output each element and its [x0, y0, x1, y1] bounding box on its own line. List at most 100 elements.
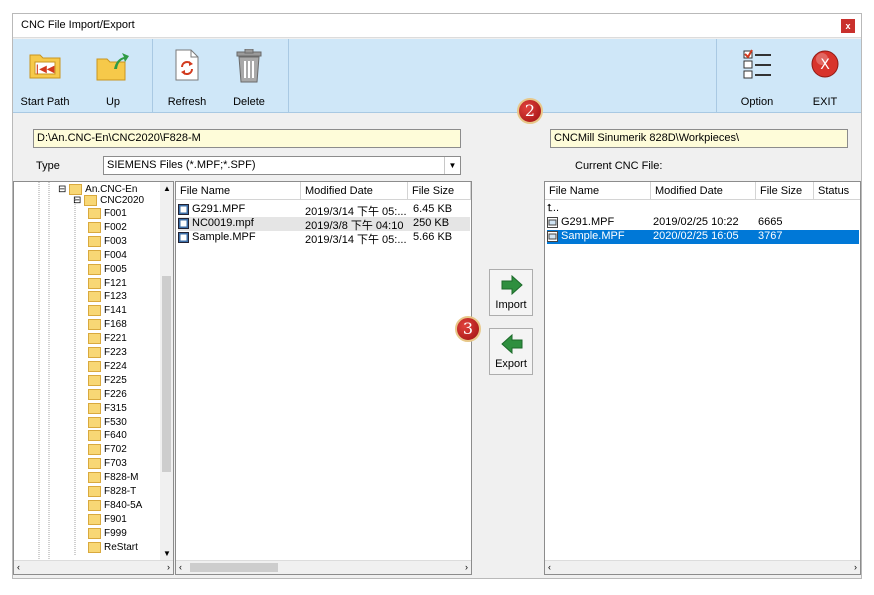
tree-item-folder[interactable]: F223 [88, 347, 127, 358]
local-horizontal-scrollbar[interactable]: ‹ › [176, 560, 471, 574]
import-button[interactable]: Import [489, 269, 533, 316]
tree-item-folder[interactable]: F004 [88, 249, 127, 261]
col-file-name[interactable]: File Name [545, 182, 651, 200]
scroll-left-icon[interactable]: ‹ [548, 562, 551, 572]
tree-item-folder[interactable]: F005 [88, 263, 127, 275]
tree-item-folder[interactable]: F702 [88, 444, 127, 455]
folder-icon [84, 195, 98, 206]
file-date: 2020/02/25 16:05 [653, 230, 739, 242]
arrow-left-icon [501, 334, 523, 354]
tree-item-folder[interactable]: F901 [88, 513, 127, 525]
tree-item-folder[interactable]: F828-T [88, 486, 136, 497]
start-path-button[interactable]: |◀◀ Start Path [15, 39, 75, 113]
folder-icon [88, 499, 101, 511]
folder-icon [88, 416, 101, 428]
folder-icon [88, 208, 101, 219]
tree-item-folder[interactable]: F828-M [88, 472, 138, 483]
type-select[interactable]: SIEMENS Files (*.MPF;*.SPF) ▼ [103, 156, 461, 175]
tree-item-folder[interactable]: F002 [88, 221, 127, 233]
scroll-up-icon[interactable]: ▲ [163, 184, 171, 193]
col-file-size[interactable]: File Size [408, 182, 471, 200]
toolbar-group-nav: |◀◀ Start Path Up [13, 39, 153, 113]
window-title: CNC File Import/Export [21, 19, 135, 31]
tree-item-root[interactable]: ⊟ An.CNC-En [58, 184, 137, 195]
up-button[interactable]: Up [83, 39, 143, 113]
refresh-icon [175, 49, 199, 81]
tree-item-folder[interactable]: F001 [88, 208, 127, 219]
scroll-thumb[interactable] [190, 563, 278, 572]
scroll-thumb[interactable] [162, 276, 171, 472]
tree-item-folder[interactable]: F640 [88, 430, 127, 442]
file-row[interactable]: G291.MPF 2019/3/14 下午 05:... 6.45 KB [178, 203, 470, 218]
delete-button[interactable]: Delete [219, 39, 279, 113]
refresh-button[interactable]: Refresh [157, 39, 217, 113]
nc-file-icon [547, 230, 558, 242]
tree-item-folder[interactable]: F123 [88, 291, 127, 303]
cnc-file-row[interactable]: G291.MPF 2019/02/25 10:22 6665 [547, 216, 859, 230]
tree-horizontal-scrollbar[interactable]: ‹ › [14, 560, 173, 574]
file-name: Sample.MPF [547, 230, 625, 242]
folder-icon [88, 277, 101, 289]
option-label: Option [740, 96, 774, 108]
close-button[interactable]: x [841, 19, 855, 33]
scroll-right-icon[interactable]: › [854, 562, 857, 572]
scroll-right-icon[interactable]: › [167, 562, 170, 572]
scroll-down-icon[interactable]: ▼ [163, 549, 171, 558]
folder-tree: ⊟ An.CNC-En ⊟ CNC2020 F001 F002 F003 F004 F0… [13, 181, 174, 575]
export-label: Export [495, 358, 527, 370]
tree-item-folder[interactable]: F530 [88, 416, 127, 428]
col-modified-date[interactable]: Modified Date [651, 182, 756, 200]
program-file-icon [178, 217, 189, 229]
folder-icon [88, 513, 101, 525]
tree-vertical-scrollbar[interactable]: ▲ ▼ [160, 182, 173, 560]
scroll-right-icon[interactable]: › [465, 562, 468, 572]
file-size: 5.66 KB [413, 231, 453, 243]
tree-item-folder[interactable]: F225 [88, 374, 127, 386]
local-path-field[interactable]: D:\An.CNC-En\CNC2020\F828-M [33, 129, 461, 148]
col-file-size[interactable]: File Size [756, 182, 814, 200]
svg-text:X: X [820, 57, 830, 73]
file-size: 250 KB [413, 217, 450, 229]
tree-item-folder[interactable]: F168 [88, 319, 127, 330]
tree-item-folder[interactable]: F121 [88, 277, 127, 289]
scroll-left-icon[interactable]: ‹ [179, 562, 182, 572]
cnc-path-field[interactable]: CNCMill Sinumerik 828D\Workpieces\ [550, 129, 848, 148]
col-status[interactable]: Status [814, 182, 860, 200]
file-row[interactable]: NC0019.mpf 2019/3/8 下午 04:10 250 KB [178, 217, 470, 232]
tree-item-folder[interactable]: F840-5A [88, 499, 142, 511]
cnc-file-row[interactable]: Sample.MPF 2020/02/25 16:05 3767 [547, 230, 859, 244]
export-button[interactable]: Export [489, 328, 533, 375]
file-date: 2019/3/14 下午 05:... [305, 234, 407, 246]
scroll-left-icon[interactable]: ‹ [17, 562, 20, 572]
exit-icon: X [811, 50, 839, 78]
tree-item-folder[interactable]: F224 [88, 360, 127, 372]
type-label: Type [36, 160, 60, 172]
folder-icon [88, 319, 101, 331]
tree-item-folder[interactable]: F226 [88, 388, 127, 400]
tree-item-folder[interactable]: F003 [88, 235, 127, 247]
file-date: 2019/02/25 10:22 [653, 216, 739, 228]
folder-icon [88, 486, 101, 497]
tree-item-folder[interactable]: F315 [88, 402, 127, 414]
option-button[interactable]: Option [727, 39, 787, 113]
chevron-down-icon[interactable]: ▼ [444, 157, 460, 174]
cnc-horizontal-scrollbar[interactable]: ‹ › [545, 560, 860, 574]
folder-icon [88, 388, 101, 400]
type-select-value: SIEMENS Files (*.MPF;*.SPF) [107, 159, 256, 171]
col-file-name[interactable]: File Name [176, 182, 301, 200]
tree-item-sub[interactable]: ⊟ CNC2020 [73, 195, 144, 206]
tree-item-folder[interactable]: F141 [88, 305, 127, 316]
parent-folder-row[interactable]: ⮤.. [547, 202, 847, 216]
exit-button[interactable]: X EXIT [795, 39, 855, 113]
cnc-file-dialog: CNC File Import/Export x |◀◀ Start Path … [12, 13, 862, 579]
folder-up-icon [96, 53, 129, 81]
file-row[interactable]: Sample.MPF 2019/3/14 下午 05:... 5.66 KB [178, 231, 470, 246]
tree-item-folder[interactable]: F703 [88, 458, 127, 469]
tree-item-folder[interactable]: F999 [88, 527, 127, 539]
tree-item-folder[interactable]: ReStart [88, 541, 138, 553]
toolbar-group-app: Option X EXIT [716, 39, 861, 113]
col-modified-date[interactable]: Modified Date [301, 182, 408, 200]
folder-icon [88, 541, 101, 553]
folder-icon [88, 235, 101, 247]
tree-item-folder[interactable]: F221 [88, 333, 127, 344]
